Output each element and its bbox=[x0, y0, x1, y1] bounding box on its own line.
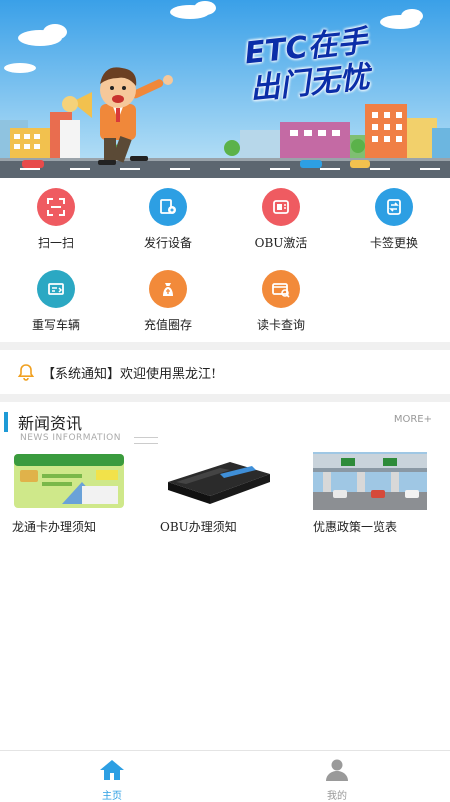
grid-item-label: 重写车辆 bbox=[31, 318, 80, 332]
grid-item-label: 扫一扫 bbox=[37, 236, 74, 250]
news-list: 龙通卡办理须知 OBU办理须知 优惠政策一览表 bbox=[0, 452, 450, 542]
rewrite-vehicle-icon bbox=[37, 270, 75, 308]
grid-item-read-card[interactable]: 读卡查询 bbox=[225, 260, 337, 336]
news-item[interactable]: 优惠政策一览表 bbox=[313, 452, 443, 535]
user-icon bbox=[277, 759, 397, 785]
news-item-caption: 龙通卡办理须知 bbox=[12, 520, 97, 534]
grid-item-card-tag-replace[interactable]: 卡签更换 bbox=[338, 178, 450, 254]
grid-item-label: 读卡查询 bbox=[256, 318, 305, 332]
bottom-tab-bar: 主页 我的 bbox=[0, 750, 450, 802]
news-item[interactable]: OBU办理须知 bbox=[160, 452, 290, 535]
read-card-icon bbox=[262, 270, 300, 308]
news-item-caption: OBU办理须知 bbox=[160, 520, 237, 534]
system-notice-bar[interactable]: 【系统通知】欢迎使用黑龙江! bbox=[0, 350, 450, 394]
top-banner: ETC在手 出门无忧 bbox=[0, 0, 450, 178]
section-divider bbox=[0, 342, 450, 350]
news-section-title: 新闻资讯 bbox=[18, 414, 83, 433]
news-item[interactable]: 龙通卡办理须知 bbox=[12, 452, 142, 535]
grid-item-scan[interactable]: 扫一扫 bbox=[0, 178, 112, 254]
notice-text: 【系统通知】欢迎使用黑龙江! bbox=[42, 366, 217, 382]
grid-item-label: 充值圈存 bbox=[143, 318, 192, 332]
subtitle-decoration bbox=[134, 437, 158, 444]
tab-mine[interactable]: 我的 bbox=[277, 751, 397, 802]
accent-bar bbox=[4, 412, 8, 432]
issue-device-icon bbox=[149, 188, 187, 226]
grid-item-label: 卡签更换 bbox=[369, 236, 418, 250]
tab-home[interactable]: 主页 bbox=[52, 751, 172, 802]
grid-item-label: 发行设备 bbox=[143, 236, 192, 250]
more-link[interactable]: MORE+ bbox=[394, 414, 432, 425]
news-section-subtitle: NEWS INFORMATION bbox=[20, 433, 121, 443]
grid-item-recharge[interactable]: 充值圈存 bbox=[112, 260, 224, 336]
recharge-icon bbox=[149, 270, 187, 308]
bell-icon bbox=[16, 362, 36, 382]
grid-item-issue-device[interactable]: 发行设备 bbox=[112, 178, 224, 254]
grid-item-label: OBU激活 bbox=[254, 236, 308, 250]
toll-station-image bbox=[313, 452, 427, 510]
card-tag-replace-icon bbox=[375, 188, 413, 226]
function-grid: 扫一扫 发行设备 OBU激活 卡签更换 重写车辆 充值圈存 读卡查询 bbox=[0, 178, 450, 344]
grid-item-obu-activate[interactable]: OBU激活 bbox=[225, 178, 337, 254]
home-icon bbox=[52, 759, 172, 785]
section-divider bbox=[0, 394, 450, 402]
grid-item-rewrite-vehicle[interactable]: 重写车辆 bbox=[0, 260, 112, 336]
scan-icon bbox=[37, 188, 75, 226]
obu-activate-icon bbox=[262, 188, 300, 226]
obu-device-image bbox=[160, 452, 274, 510]
card-image bbox=[12, 452, 126, 510]
news-item-caption: 优惠政策一览表 bbox=[313, 520, 398, 534]
news-section-header: 新闻资讯 NEWS INFORMATION MORE+ bbox=[0, 404, 450, 448]
